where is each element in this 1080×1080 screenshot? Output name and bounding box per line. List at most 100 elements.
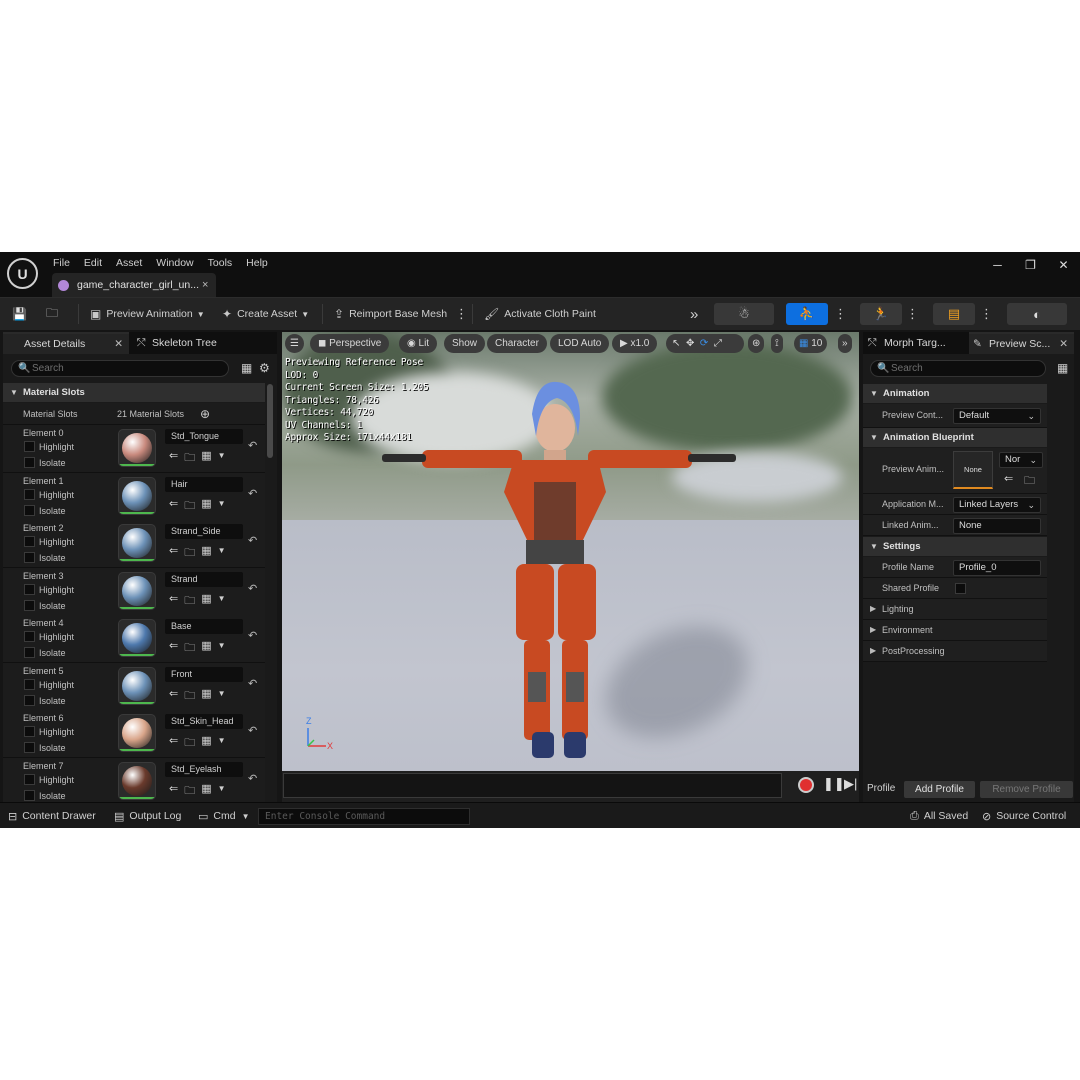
- move-icon[interactable]: ✥: [686, 338, 694, 349]
- table-view-icon[interactable]: ▦: [241, 361, 252, 375]
- menu-window[interactable]: Window: [149, 254, 200, 272]
- chevron-down-icon[interactable]: ▼: [218, 734, 226, 753]
- close-window-button[interactable]: ✕: [1047, 256, 1080, 274]
- grid-snap-button[interactable]: ▦ 10: [794, 334, 828, 353]
- menu-help[interactable]: Help: [239, 254, 275, 272]
- settings-icon[interactable]: ⚙: [259, 361, 270, 375]
- record-icon[interactable]: [798, 777, 814, 793]
- viewport[interactable]: ☰ ◼ Perspective ◉ Lit Show Character LOD…: [282, 332, 859, 771]
- material-thumbnail[interactable]: [118, 477, 156, 515]
- menu-asset[interactable]: Asset: [109, 254, 149, 272]
- highlight-checkbox[interactable]: [24, 536, 35, 547]
- browse-icon[interactable]: 🗀: [184, 544, 195, 563]
- restore-button[interactable]: ❐: [1014, 256, 1047, 274]
- menu-file[interactable]: File: [46, 254, 77, 272]
- character-button[interactable]: Character: [487, 334, 547, 353]
- highlight-checkbox[interactable]: [24, 584, 35, 595]
- tab-asset-details[interactable]: Asset Details ✕: [3, 332, 129, 354]
- scale-icon[interactable]: ⤢: [714, 338, 722, 349]
- preview-anim-dropdown[interactable]: Nor ⌄: [999, 452, 1043, 468]
- viewport-overflow-button[interactable]: »: [838, 334, 852, 353]
- material-name-field[interactable]: Std_Eyelash: [165, 762, 243, 777]
- isolate-checkbox[interactable]: [24, 647, 35, 658]
- console-command-input[interactable]: Enter Console Command: [258, 808, 470, 825]
- shared-profile-checkbox[interactable]: [955, 583, 966, 594]
- material-thumbnail[interactable]: [118, 572, 156, 610]
- material-thumbnail[interactable]: [118, 667, 156, 705]
- reset-to-default-icon[interactable]: ↶: [248, 677, 257, 690]
- material-name-field[interactable]: Std_Skin_Head: [165, 714, 243, 729]
- close-tab-icon[interactable]: ✕: [1059, 338, 1068, 350]
- profile-name-input[interactable]: Profile_0: [953, 560, 1041, 576]
- use-selected-icon[interactable]: ⇐: [169, 687, 178, 706]
- details-search-input[interactable]: 🔍 Search: [11, 360, 229, 377]
- use-selected-icon[interactable]: ⇐: [169, 782, 178, 801]
- material-options-icon[interactable]: ▦: [201, 544, 211, 563]
- use-selected-icon[interactable]: ⇐: [169, 544, 178, 563]
- browse-icon[interactable]: 🗀: [184, 497, 195, 516]
- material-thumbnail[interactable]: [118, 524, 156, 562]
- browse-button[interactable]: 🗀: [46, 303, 63, 325]
- material-name-field[interactable]: Strand_Side: [165, 524, 243, 539]
- add-profile-button[interactable]: Add Profile: [904, 781, 975, 798]
- tab-skeleton-tree[interactable]: ⤲ Skeleton Tree: [134, 332, 264, 354]
- minimize-button[interactable]: ─: [981, 256, 1014, 274]
- isolate-checkbox[interactable]: [24, 505, 35, 516]
- material-name-field[interactable]: Front: [165, 667, 243, 682]
- use-selected-icon[interactable]: ⇐: [169, 734, 178, 753]
- timeline-scrubber[interactable]: [283, 773, 782, 798]
- postprocessing-row[interactable]: ▶ PostProcessing: [863, 641, 1047, 662]
- use-selected-icon[interactable]: ⇐: [169, 449, 178, 468]
- chevron-down-icon[interactable]: ▼: [218, 544, 226, 563]
- animation-section-header[interactable]: ▼ Animation: [863, 384, 1047, 403]
- isolate-checkbox[interactable]: [24, 790, 35, 801]
- unreal-logo-icon[interactable]: U: [7, 258, 38, 289]
- toolbar-overflow-button[interactable]: »: [690, 303, 698, 325]
- material-name-field[interactable]: Base: [165, 619, 243, 634]
- reset-to-default-icon[interactable]: ↶: [248, 439, 257, 452]
- browse-icon[interactable]: 🗀: [184, 734, 195, 753]
- output-log-button[interactable]: ▤ Output Log: [114, 808, 181, 824]
- isolate-checkbox[interactable]: [24, 600, 35, 611]
- browse-icon[interactable]: 🗀: [184, 449, 195, 468]
- chevron-down-icon[interactable]: ▼: [218, 687, 226, 706]
- isolate-checkbox[interactable]: [24, 457, 35, 468]
- use-selected-icon[interactable]: ⇐: [169, 639, 178, 658]
- asset-thumbnail[interactable]: None: [953, 451, 993, 489]
- material-name-field[interactable]: Strand: [165, 572, 243, 587]
- close-tab-icon[interactable]: ✕: [114, 338, 123, 350]
- material-options-icon[interactable]: ▦: [201, 449, 211, 468]
- chevron-down-icon[interactable]: ▼: [218, 639, 226, 658]
- use-selected-icon[interactable]: ⇐: [1004, 472, 1013, 485]
- material-thumbnail[interactable]: [118, 714, 156, 752]
- menu-edit[interactable]: Edit: [77, 254, 109, 272]
- lod-button[interactable]: LOD Auto: [550, 334, 610, 353]
- material-thumbnail[interactable]: [118, 429, 156, 467]
- step-forward-icon[interactable]: ▶|: [844, 776, 857, 792]
- rotate-icon[interactable]: ⟳: [700, 338, 708, 349]
- document-tab[interactable]: game_character_girl_un... ×: [52, 273, 216, 297]
- isolate-checkbox[interactable]: [24, 695, 35, 706]
- surface-snap-button[interactable]: ⟟: [771, 334, 783, 353]
- vertical-scrollbar[interactable]: [267, 384, 273, 458]
- material-slots-header[interactable]: ▼ Material Slots: [3, 383, 265, 402]
- material-options-icon[interactable]: ▦: [201, 734, 211, 753]
- menu-tools[interactable]: Tools: [201, 254, 240, 272]
- browse-icon[interactable]: 🗀: [184, 687, 195, 706]
- application-mode-dropdown[interactable]: Linked Layers ⌄: [953, 497, 1041, 513]
- browse-icon[interactable]: 🗀: [184, 782, 195, 801]
- select-icon[interactable]: ↖: [672, 338, 680, 349]
- anim-blueprint-section-header[interactable]: ▼ Animation Blueprint: [863, 428, 1047, 447]
- isolate-checkbox[interactable]: [24, 742, 35, 753]
- pause-icon[interactable]: ❚❚: [823, 776, 845, 792]
- material-thumbnail[interactable]: [118, 619, 156, 657]
- lit-button[interactable]: ◉ Lit: [399, 334, 438, 353]
- highlight-checkbox[interactable]: [24, 489, 35, 500]
- highlight-checkbox[interactable]: [24, 679, 35, 690]
- skeleton-mode-button[interactable]: ☃: [714, 303, 774, 325]
- reset-to-default-icon[interactable]: ↶: [248, 772, 257, 785]
- show-button[interactable]: Show: [444, 334, 486, 353]
- preview-animation-button[interactable]: ▣ Preview Animation ▼: [90, 303, 205, 325]
- use-selected-icon[interactable]: ⇐: [169, 497, 178, 516]
- playback-speed-button[interactable]: ▶ x1.0: [612, 334, 658, 353]
